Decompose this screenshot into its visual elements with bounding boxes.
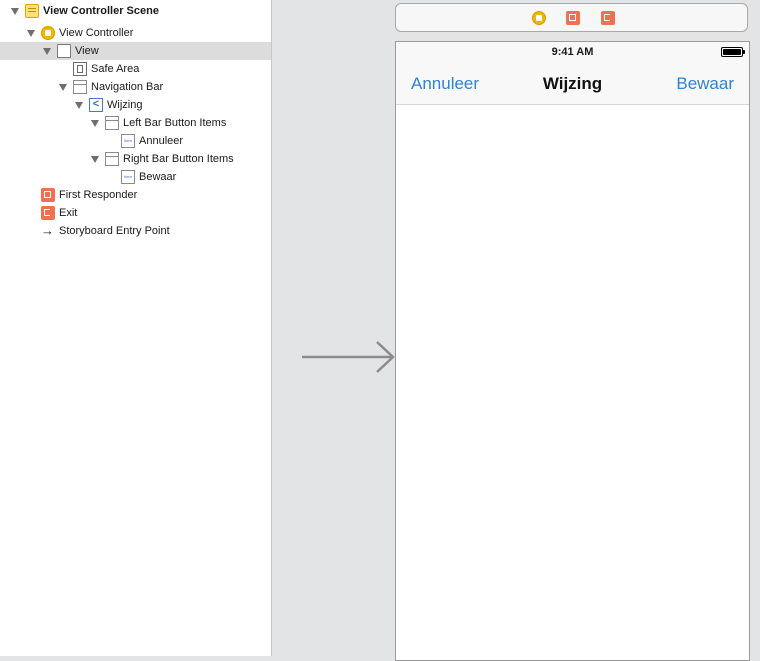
outline-label: First Responder (59, 189, 138, 201)
scene-icon (25, 4, 39, 18)
disclosure-triangle-icon[interactable] (75, 102, 83, 109)
outline-row-bewaar[interactable]: Item Bewaar (0, 168, 271, 186)
outline-label: Right Bar Button Items (123, 153, 234, 165)
scene-dock[interactable] (395, 3, 748, 32)
view-icon (57, 44, 71, 58)
disclosure-triangle-icon[interactable] (43, 48, 51, 55)
outline-label: Annuleer (139, 135, 184, 147)
outline-row-left-bar-button-items[interactable]: Left Bar Button Items (0, 114, 271, 132)
status-bar: 9:41 AM (396, 42, 749, 62)
outline-row-view-controller[interactable]: View Controller (0, 24, 271, 42)
bar-button-item-icon: Item (121, 170, 135, 184)
save-button[interactable]: Bewaar (676, 74, 734, 94)
navigation-bar[interactable]: Annuleer Wijzing Bewaar (396, 62, 749, 105)
bar-button-items-icon (105, 116, 119, 130)
outline-row-view-controller-scene[interactable]: View Controller Scene (0, 2, 271, 20)
outline-label: View (75, 45, 99, 57)
disclosure-triangle-icon[interactable] (11, 8, 19, 15)
outline-row-view[interactable]: View (0, 42, 271, 60)
outline-label: Wijzing (107, 99, 143, 111)
storyboard-entry-arrow-icon[interactable] (302, 340, 398, 374)
safe-area-icon (73, 62, 87, 76)
disclosure-triangle-icon[interactable] (91, 156, 99, 163)
first-responder-icon (41, 188, 55, 202)
document-outline: View Controller Scene View Controller Vi… (0, 0, 272, 656)
outline-label: Storyboard Entry Point (59, 225, 170, 237)
navigation-item-icon: < (89, 98, 103, 112)
outline-label: Exit (59, 207, 78, 219)
view-controller-canvas[interactable]: 9:41 AM Annuleer Wijzing Bewaar (395, 41, 750, 661)
outline-row-storyboard-entry-point[interactable]: → Storyboard Entry Point (0, 222, 271, 240)
outline-row-safe-area[interactable]: Safe Area (0, 60, 271, 78)
outline-row-right-bar-button-items[interactable]: Right Bar Button Items (0, 150, 271, 168)
battery-icon (721, 47, 745, 57)
outline-label: Left Bar Button Items (123, 117, 227, 129)
outline-row-first-responder[interactable]: First Responder (0, 186, 271, 204)
exit-icon[interactable] (601, 11, 615, 25)
outline-label: Bewaar (139, 171, 177, 183)
outline-row-annuleer[interactable]: Item Annuleer (0, 132, 271, 150)
outline-label: View Controller (59, 27, 134, 39)
outline-label: Safe Area (91, 63, 140, 75)
view-controller-icon (41, 26, 55, 40)
entry-point-arrow-icon: → (41, 223, 54, 238)
outline-label: Navigation Bar (91, 81, 164, 93)
disclosure-triangle-icon[interactable] (59, 84, 67, 91)
bar-button-items-icon (105, 152, 119, 166)
exit-icon (41, 206, 55, 220)
view-controller-icon[interactable] (532, 11, 546, 25)
outline-label: View Controller Scene (43, 5, 159, 17)
outline-row-navigation-bar[interactable]: Navigation Bar (0, 78, 271, 96)
outline-row-exit[interactable]: Exit (0, 204, 271, 222)
first-responder-icon[interactable] (566, 11, 580, 25)
outline-row-wijzing[interactable]: < Wijzing (0, 96, 271, 114)
disclosure-triangle-icon[interactable] (27, 30, 35, 37)
bar-button-item-icon: Item (121, 134, 135, 148)
disclosure-triangle-icon[interactable] (91, 120, 99, 127)
status-time: 9:41 AM (551, 46, 594, 58)
navigation-bar-icon (73, 80, 87, 94)
